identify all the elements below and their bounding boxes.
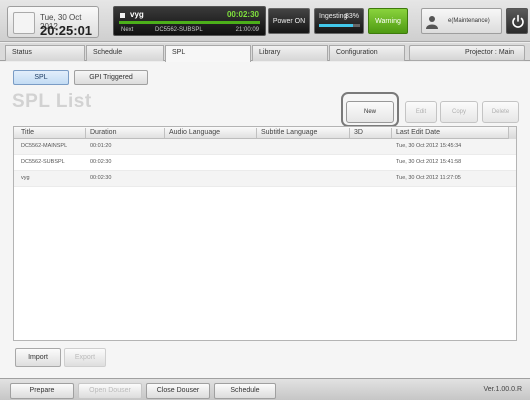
subtab-gpi-triggered[interactable]: GPI Triggered: [74, 70, 148, 85]
cell-title: DC5562-SUBSPL: [21, 159, 65, 165]
tab-configuration[interactable]: Configuration: [329, 45, 405, 61]
import-button[interactable]: Import: [15, 348, 61, 367]
cell-title: DC5562-MAINSPL: [21, 143, 68, 149]
clock-panel: Tue, 30 Oct 2012 20:25:01: [7, 6, 99, 38]
column-last-edit-date[interactable]: Last Edit Date: [392, 129, 440, 139]
ingest-label: Ingesting: [319, 13, 348, 20]
now-playing-elapsed: 00:02:30: [226, 10, 259, 19]
version-label: Ver.1.00.0.R: [483, 386, 522, 393]
cell-duration: 00:02:30: [90, 159, 112, 165]
close-douser-button[interactable]: Close Douser: [146, 383, 210, 399]
playback-progress-fill: [119, 21, 260, 24]
spl-content: SPL GPI Triggered SPL List New Edit Copy…: [0, 62, 530, 378]
tab-spl[interactable]: SPL: [165, 45, 251, 62]
cell-title: vyg: [21, 175, 30, 181]
projector-selector[interactable]: Projector : Main: [409, 45, 525, 61]
calendar-icon: [13, 12, 35, 34]
playback-progress-bar: [119, 21, 260, 24]
next-title: DC5562-SUBSPL: [155, 27, 203, 33]
cell-last-edit: Tue, 30 Oct 2012 15:41:58: [396, 159, 462, 165]
bottom-bar: Prepare Open Douser Close Douser Schedul…: [0, 378, 530, 400]
copy-button[interactable]: Copy: [440, 101, 478, 123]
power-icon: [512, 14, 524, 28]
main-tabs: Status Schedule SPL Library Configuratio…: [0, 43, 530, 62]
column-title[interactable]: Title: [17, 129, 34, 139]
tab-status[interactable]: Status: [5, 45, 85, 61]
delete-button[interactable]: Delete: [482, 101, 519, 123]
user-name: e(Maintenance): [448, 18, 490, 24]
logout-button[interactable]: [506, 8, 528, 34]
column-audio-language[interactable]: Audio Language: [165, 129, 220, 139]
schedule-button[interactable]: Schedule: [214, 383, 276, 399]
column-duration[interactable]: Duration: [86, 129, 116, 139]
power-on-button[interactable]: Power ON: [268, 8, 310, 34]
next-label: Next: [121, 27, 134, 33]
page-title: SPL List: [12, 91, 92, 112]
cell-duration: 00:02:30: [90, 175, 112, 181]
table-row[interactable]: DC5562-SUBSPL 00:02:30 Tue, 30 Oct 2012 …: [14, 155, 516, 171]
tab-schedule[interactable]: Schedule: [86, 45, 164, 61]
table-row[interactable]: vyg 00:02:30 Tue, 30 Oct 2012 11:27:05: [14, 171, 516, 187]
cell-duration: 00:01:20: [90, 143, 112, 149]
column-3d[interactable]: 3D: [350, 129, 363, 139]
next-time: 21:00:09: [235, 27, 259, 33]
warning-button[interactable]: Warning: [368, 8, 408, 34]
clock-time: 20:25:01: [40, 23, 93, 38]
cell-last-edit: Tue, 30 Oct 2012 15:45:34: [396, 143, 462, 149]
new-button[interactable]: New: [346, 101, 394, 123]
tab-library[interactable]: Library: [252, 45, 328, 61]
column-subtitle-language[interactable]: Subtitle Language: [257, 129, 317, 139]
user-menu[interactable]: e(Maintenance): [421, 8, 502, 34]
ingest-progress-bar: [319, 24, 360, 27]
now-playing-panel: vyg 00:02:30 Next DC5562-SUBSPL 21:00:09: [113, 6, 266, 36]
ingest-percent: 83%: [344, 13, 359, 20]
open-douser-button[interactable]: Open Douser: [78, 383, 142, 399]
ingest-progress-fill: [319, 24, 354, 27]
spl-table[interactable]: Title Duration Audio Language Subtitle L…: [13, 126, 517, 341]
header-bar: Tue, 30 Oct 2012 20:25:01 vyg 00:02:30 N…: [0, 0, 530, 42]
edit-button[interactable]: Edit: [405, 101, 437, 123]
now-playing-title: vyg: [130, 10, 144, 19]
user-icon: [426, 16, 438, 29]
scrollbar-corner: [508, 127, 516, 139]
prepare-button[interactable]: Prepare: [10, 383, 74, 399]
subtab-spl[interactable]: SPL: [13, 70, 69, 85]
export-button[interactable]: Export: [64, 348, 106, 367]
table-header: Title Duration Audio Language Subtitle L…: [14, 127, 516, 139]
table-row[interactable]: DC5562-MAINSPL 00:01:20 Tue, 30 Oct 2012…: [14, 139, 516, 155]
stop-icon: [120, 13, 125, 18]
cell-last-edit: Tue, 30 Oct 2012 11:27:05: [396, 175, 461, 181]
ingest-status[interactable]: Ingesting 83%: [314, 8, 364, 34]
